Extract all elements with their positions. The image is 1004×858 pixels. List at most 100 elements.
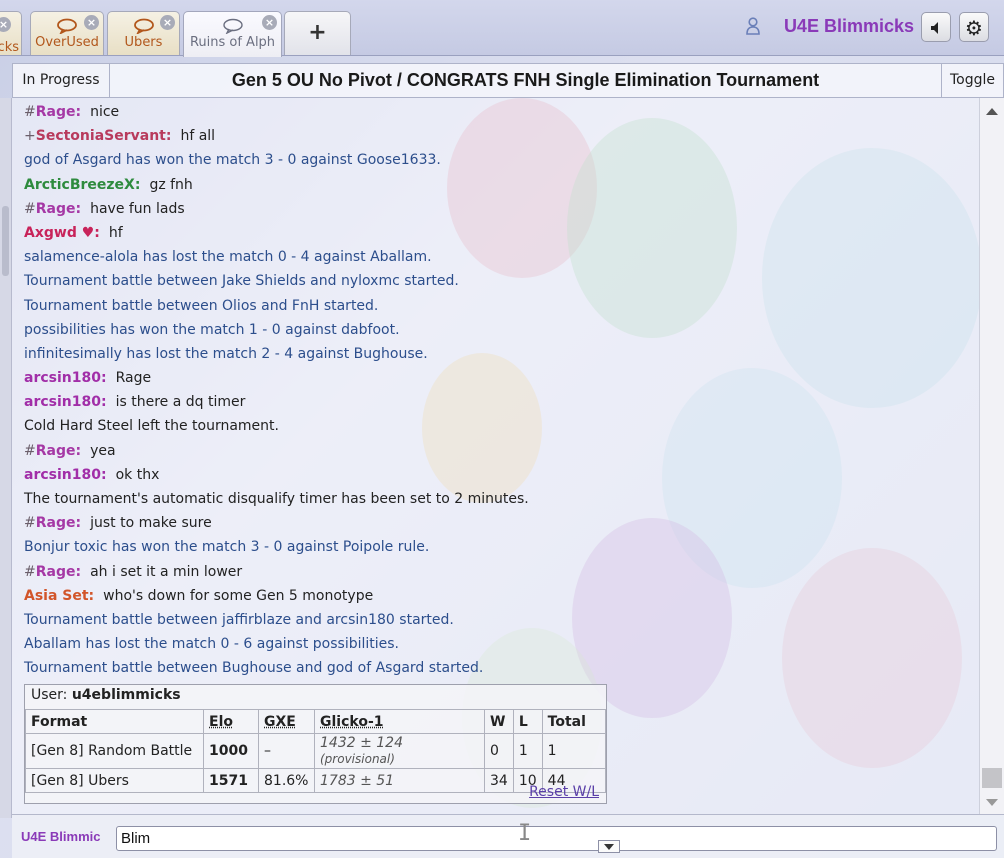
tournament-notice: Aballam has lost the match 0 - 6 against… [24, 636, 400, 653]
rankings-user-label: User: [31, 687, 68, 703]
col-w: W [484, 709, 514, 734]
cell-elo: 1000 [203, 733, 259, 769]
scroll-down-arrow-icon[interactable] [986, 799, 998, 806]
chat-message: arcsin180: ok thx [24, 465, 964, 489]
cell-glicko: 1432 ± 124 (provisional) [314, 733, 485, 769]
chat-message: +SectoniaServant: hf all [24, 126, 964, 150]
user-icon [746, 17, 760, 35]
message-text: who's down for some Gen 5 monotype [103, 587, 374, 604]
tournament-notice: possibilities has won the match 1 - 0 ag… [24, 321, 400, 338]
table-header-row: Format Elo GXE Glicko-1 W L Total [25, 709, 607, 734]
username-text: Rage: [35, 515, 82, 532]
cell-elo: 1571 [203, 768, 259, 793]
message-text: hf [108, 224, 123, 241]
tournament-notice: Tournament battle between jaffirblaze an… [24, 611, 454, 628]
tab-label: Ubers [124, 35, 163, 50]
cell-total: 1 [541, 733, 607, 769]
chat-username[interactable]: ArcticBreezeX: [24, 177, 140, 193]
chat-message: #Rage: nice [24, 102, 964, 126]
cell-gxe: 81.6% [258, 768, 315, 793]
gear-icon: ⚙ [965, 16, 983, 40]
chat-username[interactable]: #Rage: [24, 515, 81, 531]
chat-username[interactable]: Asia Set: [24, 588, 94, 604]
chat-username[interactable]: arcsin180: [24, 394, 107, 410]
settings-button[interactable]: ⚙ [959, 12, 989, 42]
chat-message: arcsin180: Rage [24, 368, 964, 392]
chat-username[interactable]: arcsin180: [24, 370, 107, 386]
tab-cut-off[interactable]: × cks [0, 11, 22, 55]
col-total: Total [541, 709, 607, 734]
sound-button[interactable] [921, 12, 951, 42]
username-text: Rage: [35, 442, 82, 459]
chat-message-input[interactable] [116, 826, 997, 851]
username-text: Rage: [35, 104, 82, 120]
message-text: ok thx [115, 466, 160, 483]
tournament-status: In Progress [13, 64, 110, 97]
tournament-notice: Tournament battle between Bughouse and g… [24, 660, 484, 677]
input-username[interactable]: U4E Blimmic [21, 829, 113, 844]
chat-username[interactable]: #Rage: [24, 564, 81, 580]
username[interactable]: U4E Blimmicks [784, 16, 914, 37]
scroll-thumb[interactable] [982, 768, 1002, 788]
close-tab-icon[interactable]: × [0, 17, 11, 32]
user-rank-symbol: + [24, 128, 36, 145]
tab-overused[interactable]: OverUsed × [30, 11, 104, 55]
username-text: Rage: [35, 200, 82, 217]
chat-username[interactable]: Axgwd ♥: [24, 225, 100, 241]
chat-bubble-icon [57, 18, 77, 34]
tournament-notice: Tournament battle between Jake Shields a… [24, 273, 459, 290]
message-text: ah i set it a min lower [90, 563, 243, 580]
chat-message: Asia Set: who's down for some Gen 5 monot… [24, 586, 964, 610]
tab-label: cks [0, 40, 19, 55]
rankings-table: Format Elo GXE Glicko-1 W L Total [Gen 8… [25, 709, 607, 793]
new-tab-button[interactable]: + [284, 11, 351, 55]
tournament-bar: In Progress Gen 5 OU No Pivot / CONGRATS… [12, 63, 1004, 98]
message-text: hf all [180, 128, 216, 145]
table-row: [Gen 8] Random Battle 1000 – 1432 ± 124 … [25, 733, 607, 769]
message-text: just to make sure [90, 515, 212, 532]
chat-message: ArcticBreezeX: gz fnh [24, 175, 964, 199]
tab-label: Ruins of Alph [189, 35, 276, 50]
text-cursor-icon: I [518, 821, 532, 846]
chat-input-bar: U4E Blimmic I [12, 814, 1004, 858]
chat-message: arcsin180: is there a dq timer [24, 392, 964, 416]
chat-scrollbar[interactable] [979, 98, 1004, 814]
chat-username[interactable]: #Rage: [24, 201, 81, 217]
tab-ruins-of-alph[interactable]: Ruins of Alph × [183, 11, 282, 57]
chat-username[interactable]: +SectoniaServant: [24, 128, 171, 144]
toggle-button[interactable]: Toggle [941, 64, 1003, 97]
chat-message: #Rage: have fun lads [24, 199, 964, 223]
tab-ubers[interactable]: Ubers × [107, 11, 180, 55]
col-l: L [512, 709, 543, 734]
chat-username[interactable]: arcsin180: [24, 467, 107, 483]
system-message: Cold Hard Steel left the tournament. [24, 418, 279, 435]
glicko-value: 1783 ± 51 [320, 772, 395, 789]
chat-log[interactable]: #Rage: nice +SectoniaServant: hf all god of … [12, 98, 979, 814]
close-tab-icon[interactable]: × [262, 15, 277, 30]
tournament-notice: salamence-alola has lost the match 0 - 4… [24, 249, 432, 266]
user-rank-symbol: # [24, 104, 36, 120]
chat-username[interactable]: #Rage: [24, 443, 81, 459]
tab-label: OverUsed [35, 35, 99, 50]
chat-message: #Rage: just to make sure [24, 513, 964, 537]
col-glicko: Glicko-1 [314, 709, 485, 734]
username-text: Asia Set: [24, 587, 95, 604]
username-text: arcsin180: [24, 370, 107, 387]
dropdown-handle[interactable] [598, 840, 620, 853]
chat-message: Axgwd ♥: hf [24, 223, 964, 247]
glicko-note: (provisional) [320, 752, 395, 766]
message-text: gz fnh [149, 176, 193, 193]
close-tab-icon[interactable]: × [160, 15, 175, 30]
close-tab-icon[interactable]: × [84, 15, 99, 30]
left-scroll-thumb[interactable] [2, 206, 9, 276]
reset-wl-link[interactable]: Reset W/L [529, 784, 599, 800]
user-rank-symbol: # [24, 563, 36, 580]
cell-l: 1 [512, 733, 543, 769]
rankings-username[interactable]: u4eblimmicks [72, 687, 181, 703]
col-elo: Elo [203, 709, 259, 734]
tournament-notice: infinitesimally has lost the match 2 - 4… [24, 345, 428, 362]
col-format: Format [25, 709, 204, 734]
scroll-up-arrow-icon[interactable] [986, 108, 998, 115]
chat-username[interactable]: #Rage: [24, 104, 81, 120]
cell-w: 34 [484, 768, 514, 793]
